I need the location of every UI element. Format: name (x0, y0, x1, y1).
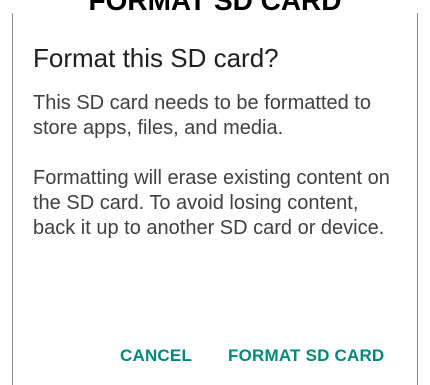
dialog-title: Format this SD card? (33, 43, 279, 73)
format-sd-card-dialog: Format this SD card? This SD card needs … (12, 13, 418, 385)
dialog-message-paragraph: This SD card needs to be formatted to st… (33, 92, 371, 139)
dialog-warning-paragraph: Formatting will erase existing content o… (33, 167, 390, 239)
dialog-actions: CANCEL FORMAT SD CARD (13, 343, 419, 369)
cancel-button[interactable]: CANCEL (120, 343, 192, 369)
screen: FORMAT SD CARD Format this SD card? This… (0, 0, 430, 385)
dialog-body: This SD card needs to be formatted to st… (33, 91, 403, 241)
format-sd-card-button[interactable]: FORMAT SD CARD (228, 343, 384, 369)
